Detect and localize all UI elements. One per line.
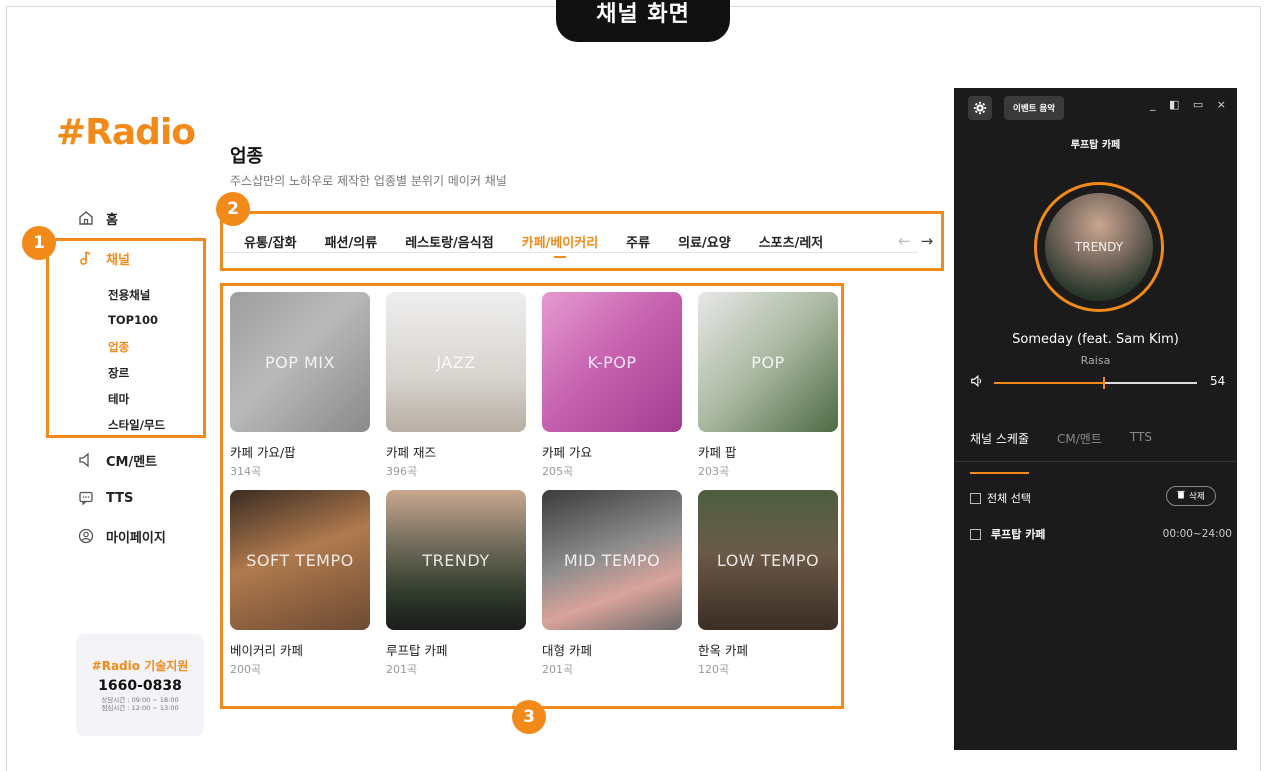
volume-fill bbox=[994, 382, 1104, 384]
tab-cm-ment[interactable]: CM/멘트 bbox=[1057, 430, 1102, 461]
checkbox[interactable] bbox=[970, 528, 981, 540]
sidebar-item-label: TTS bbox=[106, 490, 134, 506]
callout-badge-2: 2 bbox=[216, 192, 250, 226]
window-controls[interactable]: _ ◧ ▭ × bbox=[1150, 98, 1231, 111]
schedule-time: 00:00~24:00 bbox=[1162, 528, 1232, 540]
thumb-label: K-POP bbox=[587, 352, 637, 372]
thumb-label: MID TEMPO bbox=[563, 550, 661, 570]
album-art: TRENDY bbox=[1045, 193, 1153, 301]
sidebar-item-label: 마이페이지 bbox=[106, 530, 166, 546]
sidebar-item-label: 홈 bbox=[106, 212, 118, 228]
event-music-button[interactable]: 이벤트 음악 bbox=[1004, 96, 1065, 120]
callout-badge-3: 3 bbox=[512, 700, 546, 734]
page-description: 주스샵만의 노하우로 제작한 업종별 분위기 메이커 채널 bbox=[230, 174, 507, 188]
sidebar-item-mypage[interactable]: 마이페이지 bbox=[76, 526, 166, 546]
player-panel: 이벤트 음악 _ ◧ ▭ × 루프탑 카페 TRENDY Someday (fe… bbox=[954, 88, 1237, 750]
tech-support-card: #Radio 기술지원 1660-0838 상담시간 : 09:00 ~ 18:… bbox=[76, 634, 204, 736]
thumb-label: LOW TEMPO bbox=[716, 550, 820, 570]
thumb-label: TRENDY bbox=[422, 550, 490, 570]
delete-label: 삭제 bbox=[1189, 492, 1205, 502]
support-phone[interactable]: 1660-0838 bbox=[98, 678, 182, 694]
support-lunch-hours: 점심시간 : 12:00 ~ 13:00 bbox=[101, 704, 179, 712]
highlight-box-2 bbox=[220, 211, 944, 271]
sidebar-item-home[interactable]: 홈 bbox=[76, 208, 118, 228]
speaker-icon bbox=[76, 450, 96, 470]
tab-tts[interactable]: TTS bbox=[1130, 430, 1152, 461]
highlight-box-3 bbox=[220, 283, 844, 709]
highlight-box-1 bbox=[46, 238, 206, 438]
tab-channel-schedule[interactable]: 채널 스케줄 bbox=[970, 430, 1030, 474]
user-icon bbox=[76, 526, 96, 546]
callout-badge-1: 1 bbox=[22, 226, 56, 260]
delete-button[interactable]: 삭제 bbox=[1166, 486, 1216, 506]
select-all-label: 전체 선택 bbox=[987, 492, 1031, 505]
thumb-label: SOFT TEMPO bbox=[246, 550, 354, 570]
sidebar-item-tts[interactable]: TTS bbox=[76, 488, 133, 508]
sidebar-item-label: CM/멘트 bbox=[106, 454, 158, 470]
trash-icon bbox=[1177, 490, 1185, 502]
schedule-channel-name: 루프탑 카페 bbox=[991, 528, 1046, 541]
artist-name: Raisa bbox=[1080, 354, 1111, 367]
thumb-label: JAZZ bbox=[436, 352, 476, 372]
screen-title: 채널 화면 bbox=[556, 0, 730, 42]
volume-handle[interactable] bbox=[1102, 377, 1105, 389]
volume-slider[interactable] bbox=[994, 377, 1197, 389]
thumb-label: POP bbox=[751, 352, 785, 372]
song-title: Someday (feat. Sam Kim) bbox=[1012, 332, 1179, 347]
volume-value: 54 bbox=[1210, 374, 1226, 388]
thumb-label: POP MIX bbox=[265, 352, 335, 372]
now-playing-channel: 루프탑 카페 bbox=[1070, 140, 1121, 151]
checkbox[interactable] bbox=[970, 492, 981, 504]
chat-bubble-icon bbox=[76, 488, 96, 508]
select-all-checkbox[interactable]: 전체 선택 bbox=[970, 490, 1031, 506]
album-art-label: TRENDY bbox=[1074, 240, 1124, 254]
volume-icon[interactable] bbox=[970, 374, 984, 392]
page-title: 업종 bbox=[230, 146, 264, 167]
player-tabs: 채널 스케줄 CM/멘트 TTS bbox=[954, 430, 1237, 474]
sidebar-item-cm[interactable]: CM/멘트 bbox=[76, 450, 157, 470]
home-icon bbox=[76, 208, 96, 228]
schedule-row[interactable]: 루프탑 카페 00:00~24:00 bbox=[970, 526, 1232, 542]
logo[interactable]: #Radio bbox=[56, 112, 196, 153]
support-title: #Radio 기술지원 bbox=[91, 659, 189, 674]
gear-icon[interactable] bbox=[968, 96, 992, 120]
